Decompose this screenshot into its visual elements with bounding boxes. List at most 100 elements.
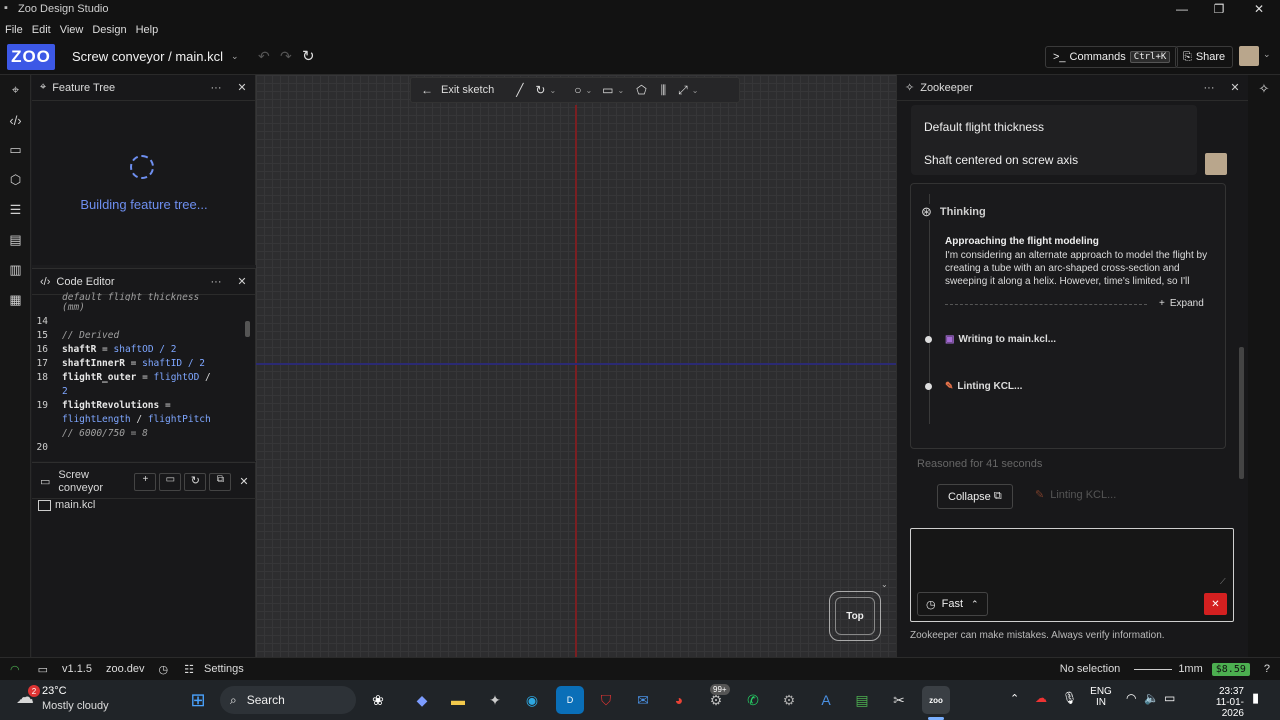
taskbar-search[interactable]: ⌕ Search (220, 686, 356, 714)
windows-start-icon[interactable]: ⊞ (184, 686, 212, 714)
menu-design[interactable]: Design (92, 24, 126, 36)
commands-button[interactable]: >_ Commands Ctrl+K (1045, 46, 1179, 68)
polygon-tool-icon[interactable]: ⬠ (636, 83, 646, 97)
collapse-button[interactable]: Collapse ⧉ (937, 484, 1013, 509)
settings-link[interactable]: Settings (204, 663, 244, 675)
code-area[interactable]: default flight thickness (mm) 14 15// De… (32, 291, 255, 455)
mic-icon[interactable]: 🎙 (1062, 691, 1077, 705)
close-window-button[interactable]: ✕ (1239, 2, 1279, 16)
site-link[interactable]: zoo.dev (106, 663, 145, 675)
help-button[interactable]: ? (1264, 663, 1270, 675)
outlook-icon[interactable]: ✉ (629, 686, 657, 714)
menu-view[interactable]: View (60, 24, 84, 36)
chevron-down-icon[interactable]: ⌄ (585, 86, 592, 95)
chrome-icon[interactable]: ◕ (665, 686, 693, 714)
document-icon[interactable]: ▤ (0, 225, 31, 255)
weather-temp[interactable]: 23°C (42, 685, 67, 697)
arc-tool-icon[interactable]: ↻ (535, 83, 545, 97)
zoo-logo[interactable]: ZOO (7, 44, 55, 70)
project-breadcrumb[interactable]: Screw conveyor / main.kcl ⌄ (72, 49, 239, 64)
list-icon[interactable]: ☰ (0, 195, 31, 225)
menu-edit[interactable]: Edit (32, 24, 51, 36)
volume-icon[interactable]: 🔈 (1144, 691, 1159, 705)
mcafee-icon[interactable]: ⛉ (592, 686, 620, 714)
version-label[interactable]: v1.1.5 (62, 663, 92, 675)
weather-desc[interactable]: Mostly cloudy (42, 700, 109, 712)
settings-icon[interactable]: ☷ (184, 663, 194, 676)
line-tool-icon[interactable]: ╱ (516, 83, 523, 97)
settings-icon[interactable]: ⚙ (775, 686, 803, 714)
new-folder-icon[interactable]: ▭ (159, 472, 182, 491)
mode-selector[interactable]: ◷ Fast ⌃ (917, 592, 988, 616)
refresh-icon[interactable]: ↻ (302, 47, 315, 65)
dell-icon[interactable]: D (556, 686, 584, 714)
layout-icon[interactable]: ▭ (38, 663, 48, 676)
code-scrollbar[interactable] (245, 321, 250, 337)
cloud-icon[interactable]: ☁ (1035, 691, 1047, 705)
language-indicator[interactable]: ENG IN (1090, 686, 1112, 708)
mirror-tool-icon[interactable]: ⫼ (661, 83, 667, 98)
app-icon[interactable]: ✦ (481, 686, 509, 714)
copilot-icon[interactable]: ◆ (408, 686, 436, 714)
zookeeper-toggle-icon[interactable]: ✧ (1248, 75, 1280, 103)
chevron-down-icon[interactable]: ⌄ (692, 86, 699, 95)
chat-scrollbar[interactable] (1239, 347, 1244, 479)
chevron-down-icon[interactable]: ⌄ (881, 580, 888, 589)
chevron-down-icon[interactable]: ⌄ (1263, 49, 1271, 60)
battery-icon[interactable]: ▭ (1164, 691, 1175, 705)
prompt-input[interactable] (915, 533, 1227, 585)
close-icon[interactable]: ✕ (229, 81, 255, 94)
zoo-taskbar-icon[interactable]: zoo (922, 686, 950, 714)
view-cube[interactable]: Top (829, 591, 881, 641)
dimension-tool-icon[interactable]: ⤢ (678, 83, 688, 98)
notepad-icon[interactable]: ▤ (848, 686, 876, 714)
view-cube-face[interactable]: Top (835, 597, 875, 635)
chevron-down-icon[interactable]: ⌄ (549, 86, 556, 95)
circle-tool-icon[interactable]: ○ (574, 83, 581, 97)
clock[interactable]: 23:37 11-01-2026 (1194, 686, 1244, 719)
close-icon[interactable]: ✕ (239, 475, 248, 488)
refresh-icon[interactable]: ↻ (184, 472, 207, 491)
minimize-button[interactable]: — (1162, 2, 1202, 16)
notification-icon[interactable]: ▮ (1252, 690, 1259, 706)
units-label[interactable]: 1mm (1178, 663, 1202, 675)
menu-file[interactable]: File (5, 24, 23, 36)
new-file-icon[interactable]: + (134, 472, 157, 491)
resize-handle-icon[interactable]: ⟋ (1220, 577, 1226, 587)
expand-button[interactable]: + Expand (1159, 298, 1204, 309)
history-icon[interactable]: ◷ (159, 663, 169, 676)
log-icon[interactable]: ▥ (0, 255, 31, 285)
undo-icon[interactable]: ↶ (258, 48, 270, 65)
exit-sketch-button[interactable]: Exit sketch (441, 84, 494, 96)
menu-help[interactable]: Help (136, 24, 159, 36)
more-icon[interactable]: ··· (203, 82, 229, 94)
chevron-down-icon[interactable]: ⌄ (617, 86, 624, 95)
more-icon[interactable]: ··· (1196, 82, 1222, 94)
maximize-button[interactable]: ❐ (1199, 2, 1239, 16)
redo-icon[interactable]: ↷ (280, 48, 292, 65)
rectangle-tool-icon[interactable]: ▭ (602, 83, 613, 97)
snipping-tool-icon[interactable]: ✂ (885, 686, 913, 714)
chevron-up-icon[interactable]: ⌃ (1010, 692, 1019, 705)
file-item[interactable]: main.kcl (38, 499, 95, 511)
cube-icon[interactable]: ⬡ (0, 165, 31, 195)
stop-button[interactable]: ✕ (1204, 593, 1227, 615)
copy-icon[interactable]: ⧉ (209, 472, 232, 491)
edge-icon[interactable]: ◉ (518, 686, 546, 714)
more-icon[interactable]: ··· (203, 276, 229, 288)
credits-badge[interactable]: $8.59 (1211, 662, 1250, 676)
wifi-icon[interactable]: ◠ (1126, 691, 1136, 705)
code-icon[interactable]: ‹/› (0, 105, 31, 135)
file-explorer-icon[interactable]: ▬ (444, 686, 472, 714)
share-button[interactable]: ⎘ Share (1175, 46, 1234, 68)
user-avatar[interactable] (1239, 46, 1259, 66)
3d-viewport[interactable]: ← Exit sketch ╱ ↻ ⌄ ○ ⌄ ▭ ⌄ ⬠ ⫼ ⤢ ⌄ ⌄ To… (256, 75, 896, 657)
whatsapp-icon[interactable]: ✆ (739, 686, 767, 714)
feature-tree-icon[interactable]: ⌖ (0, 75, 31, 105)
azure-icon[interactable]: A (812, 686, 840, 714)
folder-icon[interactable]: ▭ (0, 135, 31, 165)
close-icon[interactable]: ✕ (1222, 81, 1248, 94)
layout-icon[interactable]: ▦ (0, 285, 31, 315)
widgets-icon[interactable]: ❀ (364, 686, 392, 714)
close-icon[interactable]: ✕ (229, 275, 255, 288)
